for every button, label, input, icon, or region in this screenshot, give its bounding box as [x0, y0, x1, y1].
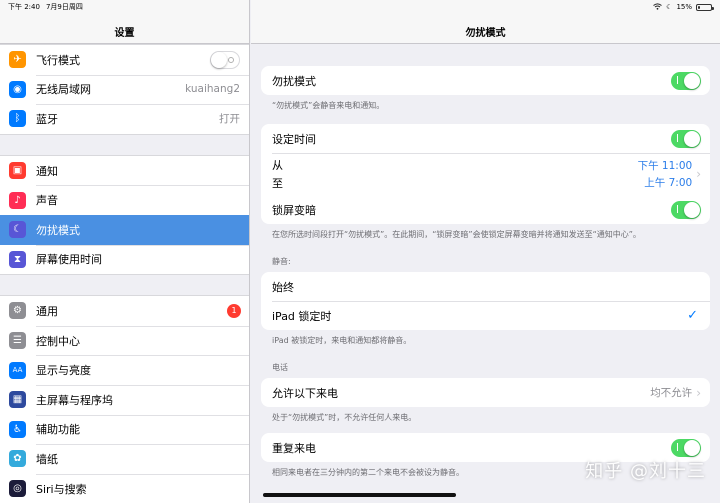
sidebar-item-bluetooth[interactable]: ᛒ 蓝牙 打开	[0, 104, 249, 134]
sidebar-item-label: 辅助功能	[36, 423, 80, 437]
dnd-footer: “勿扰模式”会静音来电和通知。	[272, 101, 385, 110]
status-bar: 下午 2:40 7月9日周四 ☾ 15%	[0, 0, 720, 14]
phone-card: 允许以下来电 均不允许 ›	[261, 378, 710, 407]
moon-icon: ☾	[9, 221, 26, 239]
sound-icon: ♪	[9, 191, 26, 209]
schedule-card: 设定时间 从 至 下午 11:00 上午 7:00 › 锁屏变暗	[261, 124, 710, 224]
allow-calls-value: 均不允许	[650, 387, 693, 399]
chevron-right-icon: ›	[696, 167, 701, 181]
notification-badge: 1	[227, 303, 241, 318]
settings-sidebar: 设置 ✈ 飞行模式 ◉ 无线局域网 kuaihang2 ᛒ 蓝牙 打开 ▣ 通知 ♪ 声音 ☾ 勿扰模式 ⧗…	[0, 0, 250, 503]
watermark: 知乎 @刘十三	[585, 461, 706, 482]
airplane-mode-toggle[interactable]	[210, 50, 240, 69]
phone-footer: 处于“勿扰模式”时，不允许任何人来电。	[272, 413, 417, 422]
silence-footer: iPad 被锁定时，来电和通知都将静音。	[272, 336, 412, 345]
sidebar-item-hourglass[interactable]: ⧗ 屏幕使用时间	[0, 244, 249, 275]
hourglass-icon: ⧗	[9, 250, 26, 268]
sidebar-item-label: 声音	[36, 194, 58, 208]
sidebar-item-label: 无线局域网	[36, 83, 91, 97]
repeat-calls-toggle[interactable]	[671, 438, 701, 457]
sidebar-item-control-center[interactable]: ☰ 控制中心	[0, 325, 249, 356]
notifications-icon: ▣	[9, 162, 26, 180]
sidebar-item-label: 通用	[36, 304, 58, 318]
dim-lock-label: 锁屏变暗	[272, 203, 316, 217]
dnd-toggle[interactable]	[671, 71, 701, 90]
display-icon: AA	[9, 361, 26, 379]
sidebar-item-value: 打开	[219, 113, 240, 126]
schedule-toggle[interactable]	[671, 129, 701, 148]
wifi-status-icon	[653, 2, 662, 12]
silence-always-label: 始终	[272, 280, 294, 294]
phone-section-title: 电话	[272, 363, 288, 372]
schedule-label: 设定时间	[272, 132, 316, 146]
from-label: 从	[272, 159, 283, 172]
sidebar-item-label: 蓝牙	[36, 112, 58, 126]
sidebar-item-label: 墙纸	[36, 452, 58, 466]
sidebar-item-moon[interactable]: ☾ 勿扰模式	[0, 214, 249, 245]
sidebar-item-display[interactable]: AA 显示与亮度	[0, 355, 249, 385]
sidebar-item-label: 通知	[36, 164, 58, 178]
sidebar-item-accessibility[interactable]: ♿ 辅助功能	[0, 414, 249, 445]
sidebar-group: ✈ 飞行模式 ◉ 无线局域网 kuaihang2 ᛒ 蓝牙 打开	[0, 44, 249, 135]
sidebar-item-gear[interactable]: ⚙ 通用 1	[0, 296, 249, 326]
sidebar-item-label: Siri与搜索	[36, 482, 87, 496]
allow-calls-row[interactable]: 允许以下来电 均不允许 ›	[261, 378, 710, 407]
silence-section-title: 静音:	[272, 257, 291, 266]
dnd-card: 勿扰模式	[261, 66, 710, 95]
schedule-footer: 在您所选时间段打开“勿扰模式”。在此期间，“锁屏变暗”会使锁定屏幕变暗并将通知发…	[272, 230, 641, 239]
sidebar-item-label: 显示与亮度	[36, 364, 91, 378]
chevron-right-icon: ›	[696, 385, 701, 400]
status-time: 下午 2:40	[8, 3, 40, 11]
home-screen-icon: ▦	[9, 391, 26, 409]
home-indicator[interactable]	[263, 493, 456, 497]
sidebar-item-label: 屏幕使用时间	[36, 253, 102, 267]
sidebar-item-siri[interactable]: ◎ Siri与搜索	[0, 473, 249, 503]
battery-percent: 15%	[676, 3, 692, 11]
moon-status-icon: ☾	[666, 3, 673, 11]
dim-lock-row: 锁屏变暗	[261, 195, 710, 224]
control-center-icon: ☰	[9, 332, 26, 350]
accessibility-icon: ♿	[9, 420, 26, 438]
dnd-row: 勿扰模式	[261, 66, 710, 95]
sidebar-item-label: 主屏幕与程序坞	[36, 393, 113, 407]
to-label: 至	[272, 177, 283, 190]
dim-lock-toggle[interactable]	[671, 200, 701, 219]
sidebar-item-airplane[interactable]: ✈ 飞行模式	[0, 45, 249, 75]
gear-icon: ⚙	[9, 302, 26, 320]
siri-icon: ◎	[9, 480, 26, 498]
wallpaper-icon: ✿	[9, 450, 26, 468]
status-date: 7月9日周四	[45, 3, 83, 11]
sidebar-group: ▣ 通知 ♪ 声音 ☾ 勿扰模式 ⧗ 屏幕使用时间	[0, 154, 249, 276]
from-time: 下午 11:00	[637, 160, 693, 172]
dnd-label: 勿扰模式	[272, 74, 316, 88]
sidebar-item-wifi[interactable]: ◉ 无线局域网 kuaihang2	[0, 74, 249, 105]
silence-card: 始终 iPad 锁定时 ✓	[261, 272, 710, 330]
bluetooth-icon: ᛒ	[9, 110, 26, 128]
airplane-icon: ✈	[9, 51, 26, 69]
battery-icon	[696, 3, 714, 11]
to-time: 上午 7:00	[644, 177, 693, 189]
sidebar-group: ⚙ 通用 1 ☰ 控制中心 AA 显示与亮度 ▦ 主屏幕与程序坞 ♿ 辅助功能 ✿ 墙纸 ◎ Siri与搜索	[0, 295, 249, 503]
dnd-detail-pane: 勿扰模式 勿扰模式 “勿扰模式”会静音来电和通知。 设定时间 从 至 下午 11…	[251, 0, 720, 503]
sidebar-item-label: 飞行模式	[36, 53, 80, 67]
wifi-icon: ◉	[9, 80, 26, 98]
sidebar-item-label: 勿扰模式	[36, 223, 80, 237]
sidebar-item-sound[interactable]: ♪ 声音	[0, 185, 249, 215]
sidebar-item-notifications[interactable]: ▣ 通知	[0, 156, 249, 186]
silence-always-option[interactable]: 始终	[261, 272, 710, 301]
schedule-time-row[interactable]: 从 至 下午 11:00 上午 7:00 ›	[261, 153, 710, 195]
silence-locked-option[interactable]: iPad 锁定时 ✓	[261, 301, 710, 330]
silence-locked-label: iPad 锁定时	[272, 309, 332, 323]
repeat-calls-label: 重复来电	[272, 441, 316, 455]
allow-calls-label: 允许以下来电	[272, 386, 338, 400]
sidebar-item-wallpaper[interactable]: ✿ 墙纸	[0, 444, 249, 474]
sidebar-item-label: 控制中心	[36, 334, 80, 348]
checkmark-icon: ✓	[687, 308, 698, 323]
schedule-row: 设定时间	[261, 124, 710, 153]
sidebar-item-value: kuaihang2	[185, 83, 240, 96]
sidebar-item-home-screen[interactable]: ▦ 主屏幕与程序坞	[0, 384, 249, 415]
